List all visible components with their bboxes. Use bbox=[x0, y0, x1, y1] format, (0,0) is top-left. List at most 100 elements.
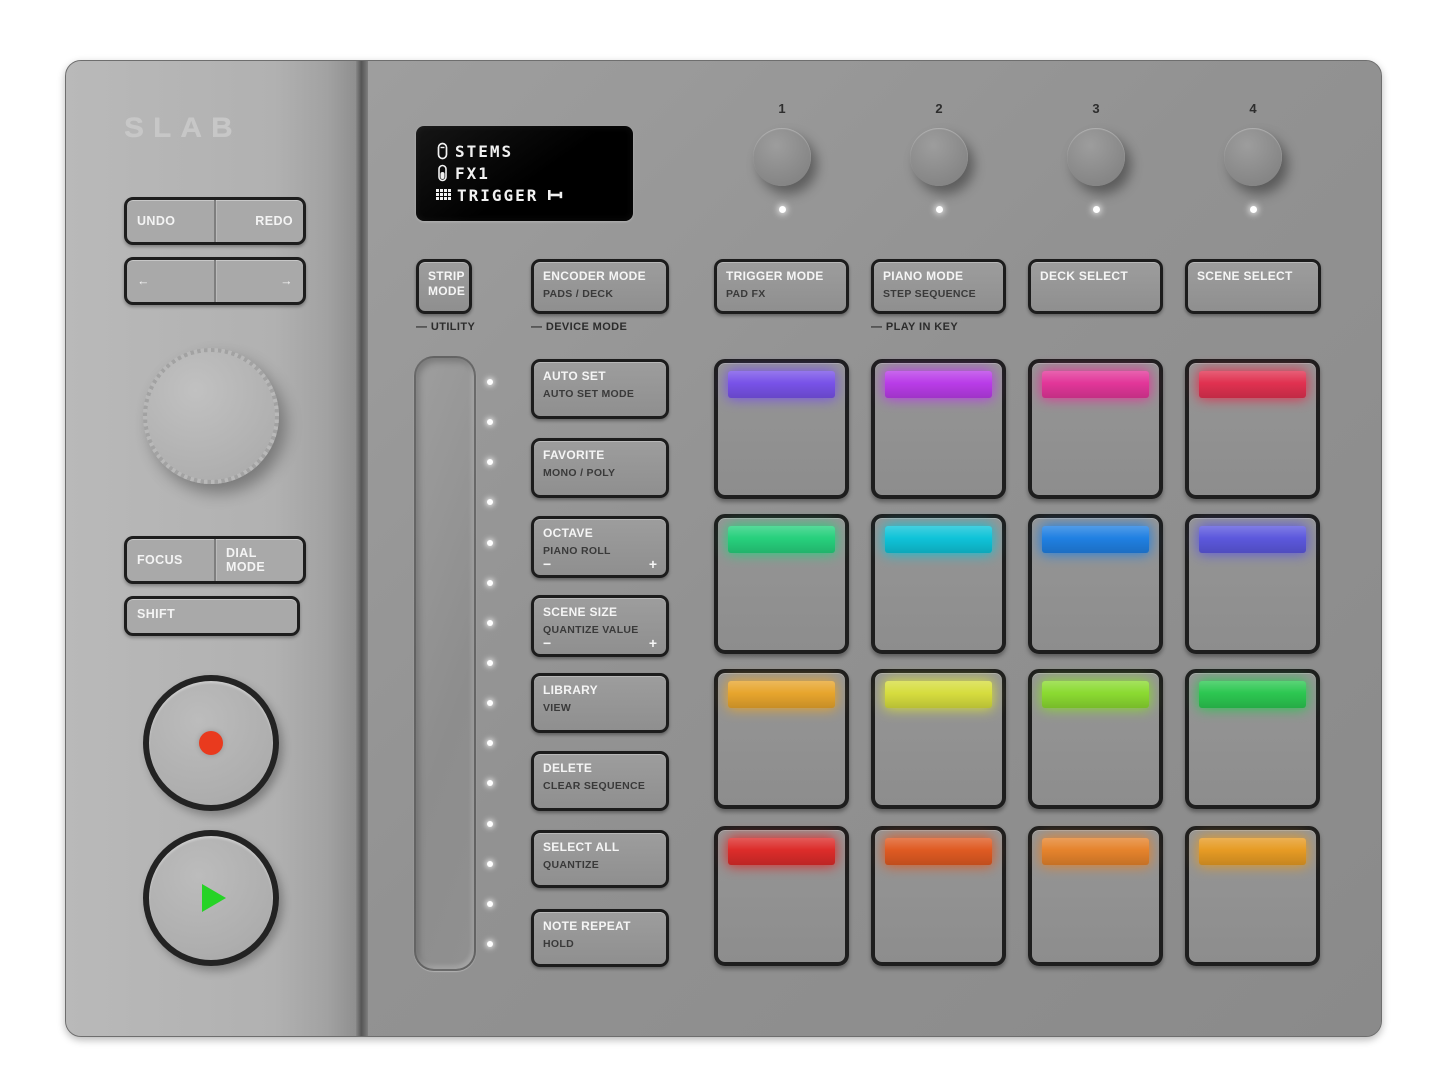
strip-led bbox=[487, 740, 493, 746]
arrow-buttons: ← → bbox=[124, 257, 306, 305]
encoder-4-knob[interactable] bbox=[1224, 128, 1282, 186]
pad-1-4[interactable] bbox=[1185, 359, 1320, 499]
auto-set-label: AUTO SET bbox=[543, 369, 657, 384]
pad-4-4[interactable] bbox=[1185, 826, 1320, 966]
redo-button[interactable]: REDO bbox=[216, 200, 303, 242]
display-line-1: STEMS bbox=[436, 140, 633, 162]
note-repeat-button[interactable]: NOTE REPEAT HOLD bbox=[531, 909, 669, 967]
undo-redo-button: UNDO REDO bbox=[124, 197, 306, 245]
encoder-4-led bbox=[1250, 206, 1257, 213]
minus-icon: − bbox=[543, 636, 551, 650]
favorite-button[interactable]: FAVORITE MONO / POLY bbox=[531, 438, 669, 498]
pad-1-1[interactable] bbox=[714, 359, 849, 499]
undo-button[interactable]: UNDO bbox=[127, 200, 214, 242]
encoder-2-label: 2 bbox=[909, 101, 969, 116]
pad-3-2-light bbox=[885, 681, 992, 708]
pad-4-1[interactable] bbox=[714, 826, 849, 966]
scene-size-button[interactable]: SCENE SIZE QUANTIZE VALUE − + bbox=[531, 595, 669, 657]
auto-set-sublabel: AUTO SET MODE bbox=[543, 388, 657, 400]
favorite-label: FAVORITE bbox=[543, 448, 657, 463]
pad-3-2[interactable] bbox=[871, 669, 1006, 809]
strip-led-column bbox=[487, 379, 493, 947]
scene-size-sublabel: QUANTIZE VALUE bbox=[543, 624, 657, 636]
auto-set-button[interactable]: AUTO SET AUTO SET MODE bbox=[531, 359, 669, 419]
arrow-left-button[interactable]: ← bbox=[127, 260, 214, 302]
encoder-4: 4 bbox=[1223, 101, 1283, 213]
encoder-1-label: 1 bbox=[752, 101, 812, 116]
pad-2-1-light bbox=[728, 526, 835, 553]
encoder-mode-button[interactable]: ENCODER MODE PADS / DECK bbox=[531, 259, 669, 314]
strip-icon bbox=[436, 164, 449, 182]
piano-mode-sublabel: STEP SEQUENCE bbox=[883, 288, 994, 300]
main-dial[interactable] bbox=[143, 348, 279, 484]
encoder-mode-label: ENCODER MODE bbox=[543, 269, 657, 284]
select-all-button[interactable]: SELECT ALL QUANTIZE bbox=[531, 830, 669, 888]
pad-3-4[interactable] bbox=[1185, 669, 1320, 809]
pad-4-1-light bbox=[728, 838, 835, 865]
pad-1-3-light bbox=[1042, 371, 1149, 398]
strip-led bbox=[487, 901, 493, 907]
pad-3-1[interactable] bbox=[714, 669, 849, 809]
record-icon bbox=[199, 731, 223, 755]
pad-2-2[interactable] bbox=[871, 514, 1006, 654]
focus-button[interactable]: FOCUS bbox=[127, 539, 214, 581]
select-all-label: SELECT ALL bbox=[543, 840, 657, 855]
encoder-3: 3 bbox=[1066, 101, 1126, 213]
strip-mode-label: STRIP MODE bbox=[428, 269, 460, 299]
record-button[interactable] bbox=[143, 675, 279, 811]
encoder-3-led bbox=[1093, 206, 1100, 213]
scene-size-minus-plus: − + bbox=[543, 636, 657, 650]
encoder-2-knob[interactable] bbox=[910, 128, 968, 186]
pad-3-3-light bbox=[1042, 681, 1149, 708]
piano-mode-label: PIANO MODE bbox=[883, 269, 994, 284]
library-button[interactable]: LIBRARY VIEW bbox=[531, 673, 669, 733]
encoder-3-knob[interactable] bbox=[1067, 128, 1125, 186]
octave-button[interactable]: OCTAVE PIANO ROLL − + bbox=[531, 516, 669, 578]
strip-led bbox=[487, 580, 493, 586]
encoder-1-knob[interactable] bbox=[753, 128, 811, 186]
trigger-mode-button[interactable]: TRIGGER MODE PAD FX bbox=[714, 259, 849, 314]
octave-label: OCTAVE bbox=[543, 526, 657, 541]
pad-1-3[interactable] bbox=[1028, 359, 1163, 499]
dial-mode-button[interactable]: DIAL MODE bbox=[216, 539, 303, 581]
pad-2-4[interactable] bbox=[1185, 514, 1320, 654]
encoder-mode-sublabel: PADS / DECK bbox=[543, 288, 657, 300]
scene-select-button[interactable]: SCENE SELECT bbox=[1185, 259, 1321, 314]
delete-button[interactable]: DELETE CLEAR SEQUENCE bbox=[531, 751, 669, 811]
play-button[interactable] bbox=[143, 830, 279, 966]
pad-4-4-light bbox=[1199, 838, 1306, 865]
pad-3-1-light bbox=[728, 681, 835, 708]
panel-separator bbox=[356, 61, 368, 1036]
deck-select-button[interactable]: DECK SELECT bbox=[1028, 259, 1163, 314]
scene-size-label: SCENE SIZE bbox=[543, 605, 657, 620]
brand-logo: SLAB bbox=[124, 112, 242, 143]
pad-4-3-light bbox=[1042, 838, 1149, 865]
pad-4-3[interactable] bbox=[1028, 826, 1163, 966]
pad-3-3[interactable] bbox=[1028, 669, 1163, 809]
pad-1-1-light bbox=[728, 371, 835, 398]
pad-1-2[interactable] bbox=[871, 359, 1006, 499]
plus-icon: + bbox=[649, 636, 657, 650]
touch-strip[interactable] bbox=[414, 356, 476, 971]
arrow-right-button[interactable]: → bbox=[216, 260, 303, 302]
shift-button[interactable]: SHIFT bbox=[124, 596, 300, 636]
pad-1-4-light bbox=[1199, 371, 1306, 398]
strip-led bbox=[487, 540, 493, 546]
display-line-2: FX1 bbox=[436, 162, 633, 184]
utility-footnote: — UTILITY bbox=[416, 321, 475, 333]
display-line-2-text: FX1 bbox=[455, 164, 490, 183]
strip-led bbox=[487, 780, 493, 786]
pad-4-2[interactable] bbox=[871, 826, 1006, 966]
encoder-1-led bbox=[779, 206, 786, 213]
pad-2-3-light bbox=[1042, 526, 1149, 553]
select-all-sublabel: QUANTIZE bbox=[543, 859, 657, 871]
pad-2-3[interactable] bbox=[1028, 514, 1163, 654]
oled-display: STEMS FX1 TRIGGER bbox=[416, 126, 633, 221]
piano-mode-button[interactable]: PIANO MODE STEP SEQUENCE bbox=[871, 259, 1006, 314]
delete-label: DELETE bbox=[543, 761, 657, 776]
scene-select-label: SCENE SELECT bbox=[1197, 269, 1309, 284]
octave-sublabel: PIANO ROLL bbox=[543, 545, 657, 557]
pad-2-1[interactable] bbox=[714, 514, 849, 654]
strip-led bbox=[487, 419, 493, 425]
strip-mode-button[interactable]: STRIP MODE bbox=[416, 259, 472, 314]
